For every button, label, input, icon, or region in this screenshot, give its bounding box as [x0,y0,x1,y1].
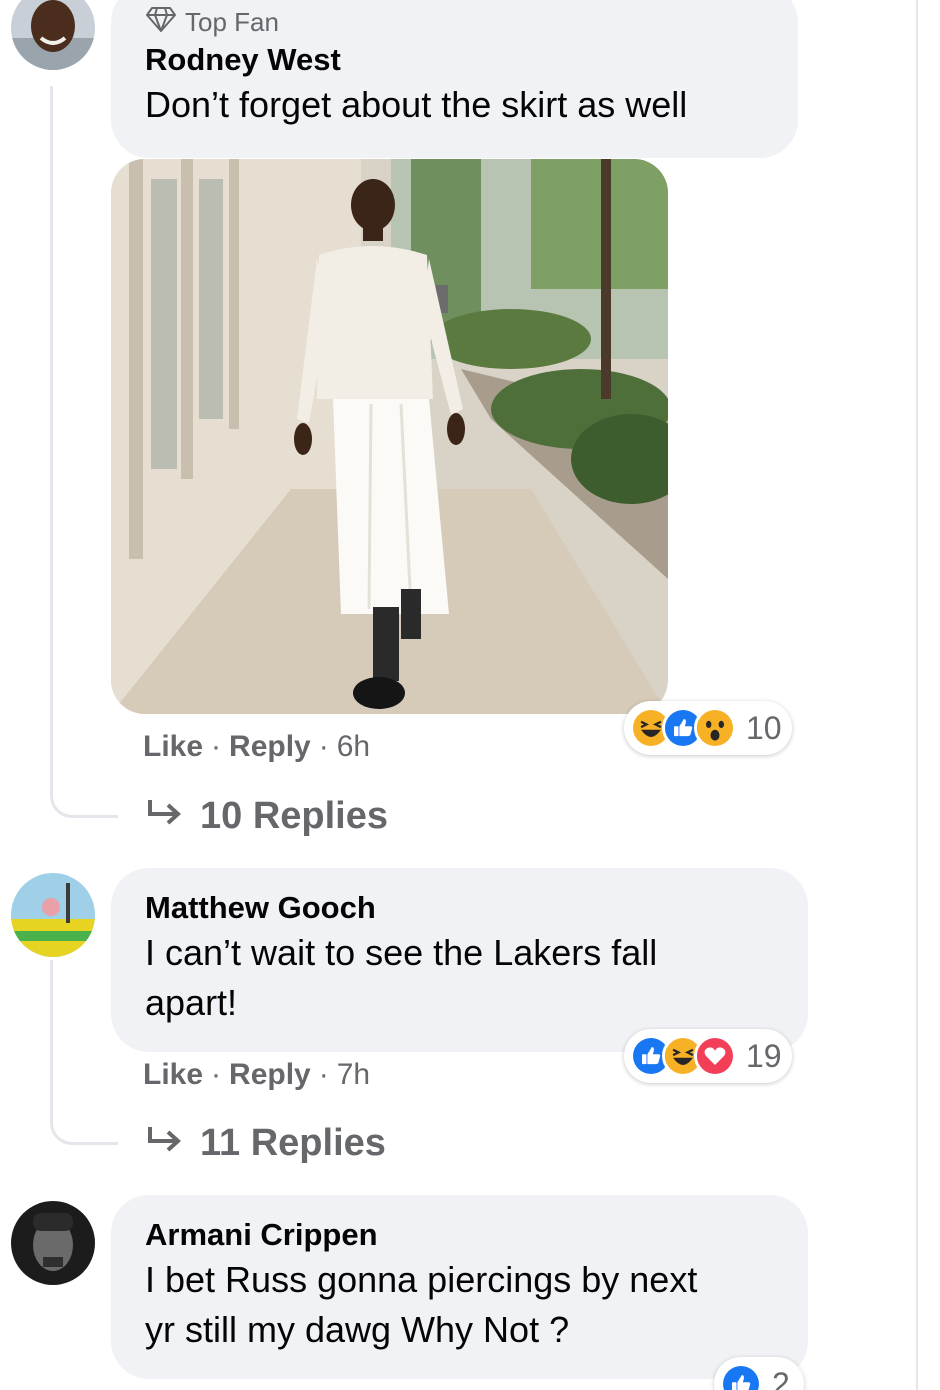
reply-thread-connector [50,86,118,818]
reply-link[interactable]: Reply [229,1058,311,1092]
badge-label: Top Fan [185,6,279,37]
comment-text: Don’t forget about the skirt as well [145,84,688,125]
comment-author[interactable]: Armani Crippen [145,1215,774,1255]
reaction-summary[interactable]: 10 [624,701,792,755]
comment-text-line: yr still my dawg Why Not ? [145,1309,570,1350]
commenter-avatar[interactable] [11,1201,95,1285]
like-icon [720,1363,762,1390]
comment-timestamp[interactable]: 7h [337,1058,370,1092]
reaction-count: 2 [772,1365,790,1390]
replies-count-label: 11 Replies [200,1122,386,1164]
love-icon [694,1035,736,1077]
replies-count-label: 10 Replies [200,795,388,837]
reply-arrow-icon [146,795,184,838]
comment-bubble: Top Fan Rodney West Don’t forget about t… [111,0,798,158]
diamond-icon [145,5,177,40]
commenter-avatar[interactable] [11,0,95,70]
comment-bubble: Armani Crippen I bet Russ gonna piercing… [111,1195,808,1379]
reaction-count: 10 [746,709,782,746]
comment-actions: Like · Reply · 7h [143,1058,370,1092]
comment-author[interactable]: Matthew Gooch [145,888,774,928]
commenter-avatar[interactable] [11,873,95,957]
separator: · [318,1058,329,1091]
reply-arrow-icon [146,1122,184,1165]
separator: · [211,730,222,763]
comment-bubble: Matthew Gooch I can’t wait to see the La… [111,868,808,1052]
separator: · [211,1058,222,1091]
comment-text-line: I can’t wait to see the Lakers fall [145,932,658,973]
wow-icon [694,707,736,749]
comment-author[interactable]: Rodney West [145,40,764,80]
comment-actions: Like · Reply · 6h [143,730,370,764]
reply-thread-connector [50,960,118,1145]
comment-timestamp[interactable]: 6h [337,730,370,764]
comment-text-line: I bet Russ gonna piercings by next [145,1259,698,1300]
top-fan-badge: Top Fan [145,4,764,40]
like-link[interactable]: Like [143,1058,203,1092]
view-replies-link[interactable]: 10 Replies [146,795,388,838]
reaction-summary[interactable]: 2 [714,1357,804,1390]
reaction-count: 19 [746,1037,782,1074]
reaction-summary[interactable]: 19 [624,1029,792,1083]
view-replies-link[interactable]: 11 Replies [146,1122,386,1165]
separator: · [318,730,329,763]
comment-attached-photo[interactable] [111,159,668,714]
comment-text-line: apart! [145,982,238,1023]
feed-right-border [916,0,918,1390]
like-link[interactable]: Like [143,730,203,764]
reply-link[interactable]: Reply [229,730,311,764]
